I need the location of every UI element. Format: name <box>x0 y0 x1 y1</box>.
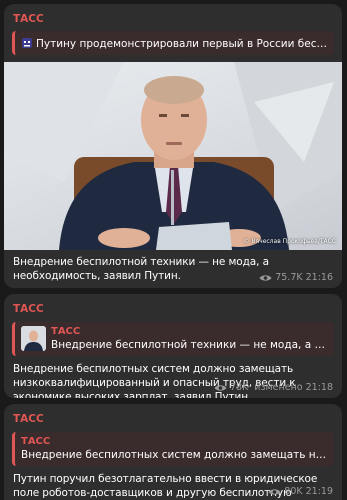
eye-icon <box>214 384 227 391</box>
reply-text: Внедрение беспилотной техники — не мода,… <box>51 339 328 351</box>
photo-credit: © Вячеслав Прокофьев/ТАСС <box>243 238 336 245</box>
reply-text: Внедрение беспилотных систем должно заме… <box>21 449 328 461</box>
photo-image <box>4 62 342 250</box>
reply-sender: ТАСС <box>21 436 51 447</box>
reply-preview[interactable]: ТАСС Внедрение беспилотной техники — не … <box>12 322 334 356</box>
reply-text: Путину продемонстрировали первый в Росси… <box>36 38 328 50</box>
message-time: 21:16 <box>305 272 333 283</box>
reply-preview[interactable]: Путину продемонстрировали первый в Росси… <box>12 31 334 55</box>
message-2[interactable]: ТАСС ТАСС Внедрение беспилотной техники … <box>4 294 342 398</box>
views-count: 75.7K <box>275 272 303 283</box>
sender-name[interactable]: ТАСС <box>4 294 342 316</box>
message-time: 21:18 <box>305 382 333 393</box>
message-meta: 78K изменено 21:18 <box>214 382 333 393</box>
eye-icon <box>259 274 272 281</box>
message-meta: 75.7K 21:16 <box>259 272 333 283</box>
message-3[interactable]: ТАСС ТАСС Внедрение беспилотных систем д… <box>4 404 342 500</box>
eye-icon <box>268 488 281 495</box>
views-count: 78K <box>229 382 249 393</box>
reply-thumbnail <box>21 326 46 351</box>
sender-name[interactable]: ТАСС <box>4 4 342 26</box>
edited-label: изменено <box>254 382 303 393</box>
reply-preview[interactable]: ТАСС Внедрение беспилотных систем должно… <box>12 432 334 466</box>
sender-name[interactable]: ТАСС <box>4 404 342 426</box>
news-photo[interactable]: © Вячеслав Прокофьев/ТАСС <box>4 62 342 250</box>
message-1[interactable]: ТАСС Путину продемонстрировали первый в … <box>4 4 342 288</box>
message-meta: 80K 21:19 <box>268 486 333 497</box>
message-time: 21:19 <box>305 486 333 497</box>
robot-icon <box>22 38 32 48</box>
reply-sender: ТАСС <box>51 326 81 337</box>
views-count: 80K <box>284 486 303 497</box>
